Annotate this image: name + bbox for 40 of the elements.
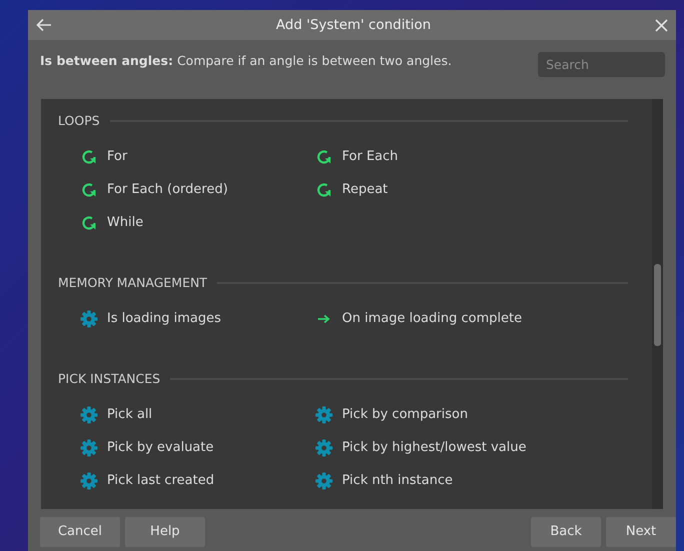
- condition-item[interactable]: For: [80, 143, 128, 170]
- loop-icon: [81, 148, 97, 164]
- dialog-button[interactable]: Help: [125, 517, 205, 547]
- section-heading: PICK INSTANCES: [58, 370, 160, 388]
- condition-item[interactable]: Pick by evaluate: [80, 434, 214, 461]
- gear-icon: [80, 310, 98, 328]
- condition-item[interactable]: Pick all: [80, 401, 152, 428]
- condition-item[interactable]: While: [80, 209, 144, 236]
- window-title: Add 'System' condition: [275, 16, 432, 35]
- loop-icon: [316, 148, 332, 164]
- back-arrow-icon[interactable]: [36, 18, 52, 32]
- search-field[interactable]: Search: [538, 52, 665, 77]
- gear-icon: [80, 472, 98, 490]
- scroll-thumb[interactable]: [654, 264, 661, 346]
- description-text: Is between angles: Compare if an angle is between two angles.: [40, 52, 453, 70]
- condition-item[interactable]: Pick nth instance: [315, 467, 453, 494]
- arrow-icon: [317, 314, 331, 324]
- dialog-button[interactable]: Cancel: [40, 517, 120, 547]
- condition-item[interactable]: Pick by comparison: [315, 401, 468, 428]
- condition-item[interactable]: For Each: [315, 143, 398, 170]
- section-heading: MEMORY MANAGEMENT: [58, 274, 208, 292]
- loop-icon: [81, 182, 97, 198]
- dialog-button[interactable]: Next: [606, 517, 676, 547]
- gear-icon: [80, 406, 98, 424]
- condition-item[interactable]: Repeat: [315, 176, 388, 203]
- gear-icon: [80, 438, 98, 456]
- gear-icon: [315, 406, 333, 424]
- loop-icon: [81, 214, 97, 230]
- scrollbar[interactable]: [652, 99, 663, 509]
- condition-item[interactable]: Pick last created: [80, 467, 214, 494]
- gear-icon: [315, 438, 333, 456]
- loop-icon: [316, 182, 332, 198]
- dialog-button[interactable]: Back: [531, 517, 601, 547]
- condition-item[interactable]: On image loading complete: [315, 305, 522, 332]
- condition-item[interactable]: For Each (ordered): [80, 176, 228, 203]
- close-icon[interactable]: [655, 18, 668, 32]
- gear-icon: [315, 472, 333, 490]
- condition-item[interactable]: Is loading images: [80, 305, 222, 332]
- section-heading: LOOPS: [58, 112, 100, 130]
- condition-item[interactable]: Pick by highest/lowest value: [315, 434, 526, 461]
